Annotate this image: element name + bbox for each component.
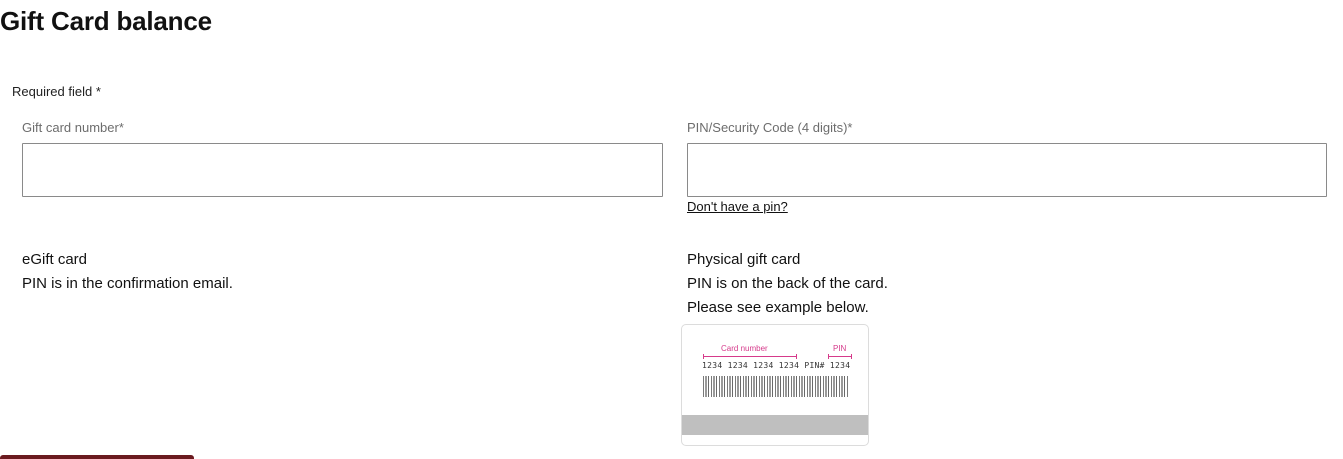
gift-card-number-label: Gift card number*	[22, 120, 124, 135]
card-digits-text: 1234 1234 1234 1234 PIN# 1234	[702, 361, 851, 370]
signature-stripe	[682, 415, 868, 435]
physical-card-title: Physical gift card	[687, 251, 801, 268]
page-title: Gift Card balance	[0, 6, 212, 36]
physical-card-description: PIN is on the back of the card.	[687, 275, 888, 292]
physical-card-example-note: Please see example below.	[687, 299, 869, 316]
dont-have-pin-link[interactable]: Don't have a pin?	[687, 199, 788, 214]
gift-card-back-example-image: Card number PIN 1234 1234 1234 1234 PIN#…	[681, 324, 869, 446]
check-balance-button[interactable]	[0, 455, 194, 459]
pin-bracket	[828, 354, 852, 359]
egift-card-title: eGift card	[22, 251, 88, 268]
pin-input[interactable]	[687, 143, 1327, 197]
required-field-note: Required field *	[12, 84, 101, 99]
gift-card-number-input[interactable]	[22, 143, 663, 197]
egift-card-description: PIN is in the confirmation email.	[22, 275, 233, 292]
gift-card-balance-page: Gift Card balance Required field * Gift …	[0, 0, 1343, 459]
pin-annotation: PIN	[833, 344, 847, 353]
barcode-graphic	[703, 376, 848, 397]
card-number-bracket	[703, 354, 797, 359]
pin-label: PIN/Security Code (4 digits)*	[687, 120, 853, 135]
card-number-annotation: Card number	[721, 344, 768, 353]
